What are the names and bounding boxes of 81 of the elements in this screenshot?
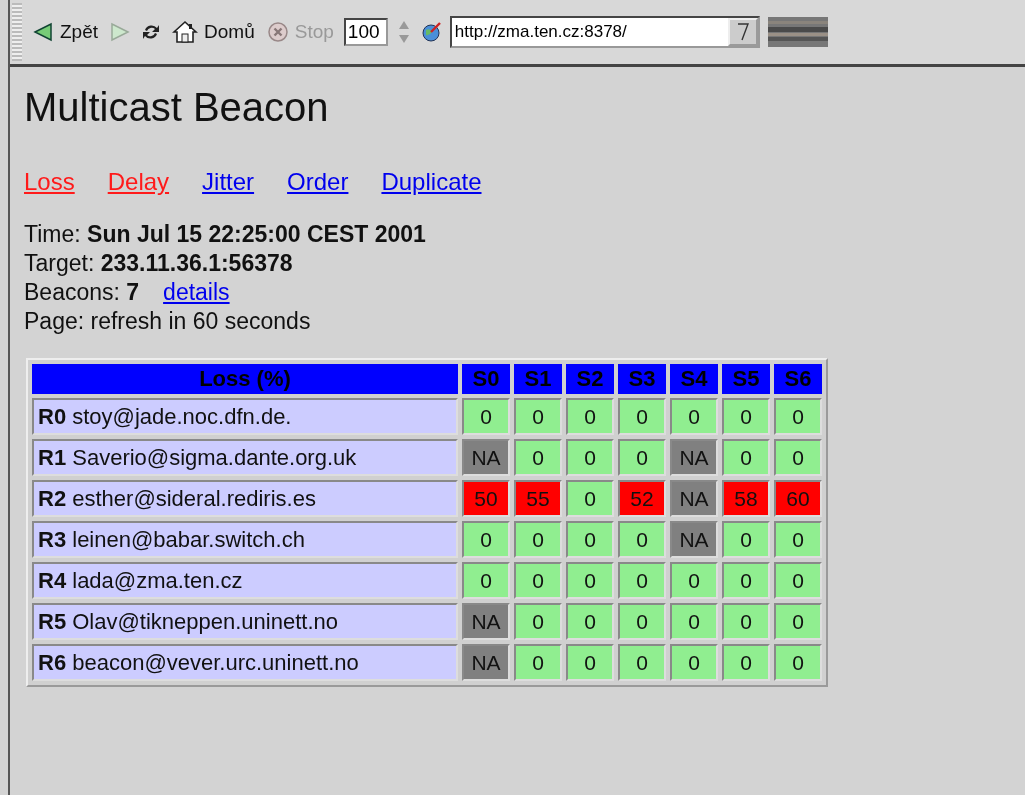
- table-cell: NA: [462, 439, 510, 476]
- house-icon: [172, 20, 199, 44]
- table-cell: 0: [774, 521, 822, 558]
- column-header: S4: [670, 364, 718, 394]
- column-header: S0: [462, 364, 510, 394]
- row-header: R3 leinen@babar.switch.ch: [32, 521, 458, 558]
- table-cell: 0: [566, 562, 614, 599]
- table-cell: NA: [462, 644, 510, 681]
- table-cell: 0: [670, 398, 718, 435]
- globe-icon[interactable]: [419, 21, 442, 43]
- table-cell: 0: [566, 644, 614, 681]
- column-header: Loss (%): [32, 364, 458, 394]
- table-cell: 0: [774, 439, 822, 476]
- table-cell: 58: [722, 480, 770, 517]
- table-cell: NA: [670, 439, 718, 476]
- row-header: R4 lada@zma.ten.cz: [32, 562, 458, 599]
- nav-link[interactable]: Duplicate: [381, 168, 482, 196]
- table-cell: 0: [722, 521, 770, 558]
- table-cell: 0: [618, 603, 666, 640]
- table-cell: 0: [774, 398, 822, 435]
- info-text: Beacons: 7: [24, 278, 140, 307]
- row-header: R1 Saverio@sigma.dante.org.uk: [32, 439, 458, 476]
- table-cell: 0: [670, 644, 718, 681]
- row-header: R6 beacon@vever.urc.uninett.no: [32, 644, 458, 681]
- info-text: Page: refresh in 60 seconds: [24, 307, 311, 336]
- table-cell: 0: [566, 521, 614, 558]
- table-cell: 0: [462, 398, 510, 435]
- info-text: Target: 233.11.36.1:56378: [24, 249, 293, 278]
- table-cell: 0: [514, 521, 562, 558]
- table-cell: 0: [514, 603, 562, 640]
- table-cell: 0: [722, 439, 770, 476]
- table-cell: 0: [774, 562, 822, 599]
- table-cell: 0: [722, 562, 770, 599]
- table-cell: 0: [566, 439, 614, 476]
- table-cell: 0: [566, 480, 614, 517]
- table-cell: 0: [774, 603, 822, 640]
- table-cell: 0: [462, 562, 510, 599]
- table-cell: 0: [670, 603, 718, 640]
- table-cell: 0: [618, 644, 666, 681]
- page-title: Multicast Beacon: [24, 85, 330, 130]
- column-header: S2: [566, 364, 614, 394]
- nav-link[interactable]: Order: [287, 168, 349, 196]
- details-link[interactable]: details: [163, 278, 230, 307]
- table-cell: 0: [566, 398, 614, 435]
- back-button[interactable]: Zpět: [30, 19, 101, 45]
- row-header: R2 esther@sideral.rediris.es: [32, 480, 458, 517]
- table-cell: 52: [618, 480, 666, 517]
- table-cell: 0: [618, 521, 666, 558]
- table-cell: 0: [514, 398, 562, 435]
- zoom-field[interactable]: 100: [343, 18, 388, 46]
- stop-icon: [266, 21, 289, 43]
- column-header: S5: [722, 364, 770, 394]
- table-cell: 0: [514, 644, 562, 681]
- table-cell: 0: [722, 603, 770, 640]
- table-cell: 0: [722, 644, 770, 681]
- table-cell: 0: [462, 521, 510, 558]
- back-arrow-icon: [32, 21, 54, 43]
- table-cell: 0: [514, 439, 562, 476]
- nav-link[interactable]: Jitter: [202, 168, 255, 196]
- info-text: Time: Sun Jul 15 22:25:00 CEST 2001: [24, 220, 426, 249]
- table-cell: 0: [722, 398, 770, 435]
- table-cell: 0: [670, 562, 718, 599]
- table-cell: 60: [774, 480, 822, 517]
- table-cell: 0: [618, 562, 666, 599]
- toolbar-grip[interactable]: [12, 3, 22, 61]
- row-header: R0 stoy@jade.noc.dfn.de.: [32, 398, 458, 435]
- table-cell: 0: [566, 603, 614, 640]
- table-cell: NA: [670, 480, 718, 517]
- row-header: R5 Olav@tikneppen.uninett.no: [32, 603, 458, 640]
- table-cell: 0: [618, 439, 666, 476]
- home-button[interactable]: Domů: [170, 18, 257, 46]
- column-header: S6: [774, 364, 822, 394]
- table-cell: NA: [462, 603, 510, 640]
- table-cell: 50: [462, 480, 510, 517]
- column-header: S1: [514, 364, 562, 394]
- table-cell: NA: [670, 521, 718, 558]
- table-cell: 0: [514, 562, 562, 599]
- table-cell: 0: [618, 398, 666, 435]
- column-header: S3: [618, 364, 666, 394]
- table-cell: 55: [514, 480, 562, 517]
- table-cell: 0: [774, 644, 822, 681]
